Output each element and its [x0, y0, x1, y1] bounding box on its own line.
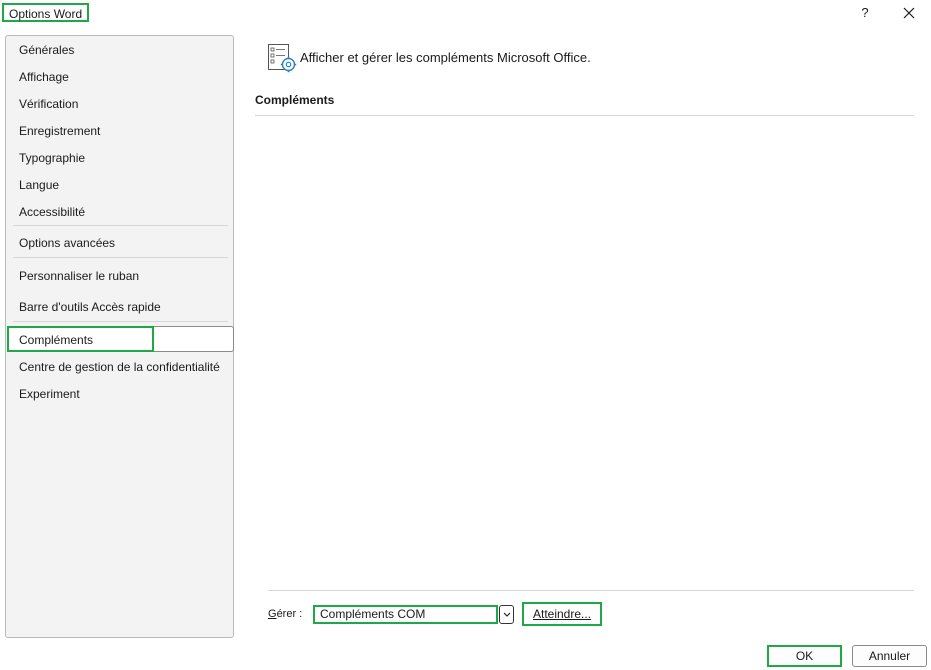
- sidebar-divider: [13, 257, 228, 258]
- sidebar-item-centre-confidentialite[interactable]: Centre de gestion de la confidentialité: [19, 357, 220, 377]
- sidebar-item-affichage[interactable]: Affichage: [19, 67, 69, 87]
- sidebar-item-experiment[interactable]: Experiment: [19, 384, 80, 404]
- sidebar-item-typographie[interactable]: Typographie: [19, 148, 85, 168]
- page-description: Afficher et gérer les compléments Micros…: [300, 50, 591, 65]
- manage-label-text: érer :: [276, 608, 303, 620]
- sidebar-item-personnaliser-ruban[interactable]: Personnaliser le ruban: [19, 266, 139, 286]
- sidebar-item-verification[interactable]: Vérification: [19, 94, 78, 114]
- sidebar-item-complements-outline: [7, 326, 154, 352]
- section-title: Compléments: [255, 93, 335, 107]
- sidebar-item-enregistrement[interactable]: Enregistrement: [19, 121, 100, 141]
- sidebar-item-langue[interactable]: Langue: [19, 175, 59, 195]
- window-title: Options Word: [2, 3, 90, 22]
- go-button-label: tteindre...: [540, 607, 592, 621]
- sidebar-divider: [13, 321, 228, 322]
- options-sidebar: Générales Affichage Vérification Enregis…: [5, 35, 234, 638]
- manage-label-access-key: G: [268, 608, 277, 620]
- section-divider: [255, 115, 914, 116]
- sidebar-divider: [13, 225, 228, 226]
- sidebar-item-accessibilite[interactable]: Accessibilité: [19, 202, 85, 222]
- sidebar-item-options-avancees[interactable]: Options avancées: [19, 233, 115, 253]
- manage-select[interactable]: Compléments COM: [313, 605, 498, 624]
- manage-label: Gérer :: [268, 608, 302, 620]
- cancel-button[interactable]: Annuler: [852, 645, 927, 667]
- help-button[interactable]: ?: [854, 2, 876, 24]
- go-button[interactable]: Atteindre...: [522, 602, 602, 626]
- close-button[interactable]: [898, 2, 920, 24]
- sidebar-item-barre-acces-rapide[interactable]: Barre d'outils Accès rapide: [19, 297, 161, 317]
- sidebar-item-generales[interactable]: Générales: [19, 40, 74, 60]
- manage-divider: [268, 590, 914, 591]
- addins-list-area: [255, 117, 914, 587]
- close-icon: [903, 7, 915, 19]
- manage-select-dropdown[interactable]: [499, 605, 514, 624]
- go-button-access-key: A: [532, 607, 541, 621]
- chevron-down-icon: [503, 612, 510, 617]
- ok-button[interactable]: OK: [767, 645, 842, 667]
- addins-settings-icon: [267, 43, 297, 73]
